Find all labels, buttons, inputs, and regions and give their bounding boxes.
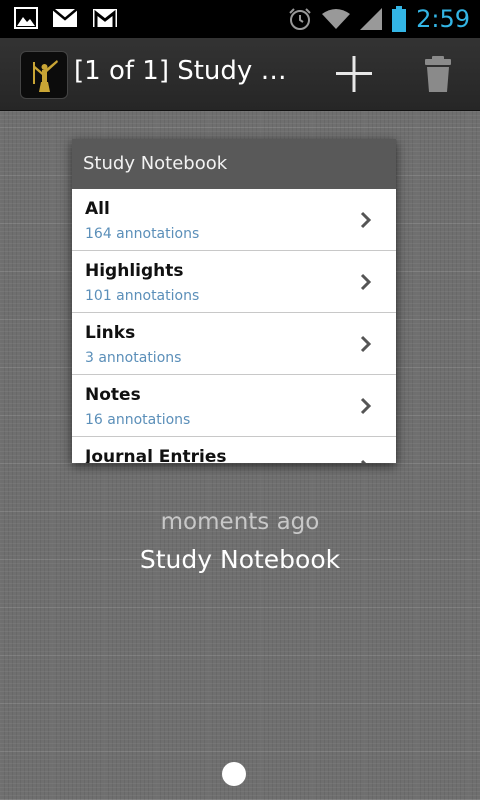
chevron-right-icon xyxy=(360,273,372,291)
chevron-right-icon xyxy=(360,335,372,353)
signal-icon xyxy=(360,8,383,30)
trash-icon xyxy=(425,56,451,92)
tab-switcher-area: Study Notebook All 164 annotations Highl… xyxy=(0,111,480,800)
status-bar: 2:59 xyxy=(0,0,480,38)
add-button[interactable] xyxy=(326,50,382,98)
list-item-title: Journal Entries xyxy=(85,447,227,463)
chevron-right-icon xyxy=(360,211,372,229)
gmail-envelope-icon xyxy=(52,8,78,28)
action-bar: [1 of 1] Study Notebook xyxy=(0,38,480,111)
list-item-count: 164 annotations xyxy=(85,226,200,242)
alarm-icon xyxy=(288,7,312,31)
list-item[interactable]: Journal Entries xyxy=(72,437,396,463)
list-item[interactable]: Notes 16 annotations xyxy=(72,375,396,437)
list-item-count: 3 annotations xyxy=(85,350,182,366)
card-header: Study Notebook xyxy=(72,139,396,189)
image-icon xyxy=(14,7,38,29)
delete-button[interactable] xyxy=(412,50,464,98)
list-item-count: 101 annotations xyxy=(85,288,200,304)
list-item-title: Links xyxy=(85,323,136,343)
wifi-icon xyxy=(322,8,351,30)
app-title: [1 of 1] Study Notebook xyxy=(74,56,306,86)
last-viewed-time: moments ago xyxy=(160,509,320,535)
study-notebook-thumbnail[interactable]: Study Notebook All 164 annotations Highl… xyxy=(72,139,396,463)
gmail-icon xyxy=(92,8,118,28)
clock: 2:59 xyxy=(416,5,470,33)
chevron-right-icon xyxy=(360,459,367,463)
chevron-right-icon xyxy=(360,397,372,415)
battery-icon xyxy=(392,6,407,32)
window-title: Study Notebook xyxy=(139,545,341,574)
add-icon xyxy=(336,56,372,92)
angel-moroni-icon[interactable] xyxy=(20,51,68,99)
list-item-title: All xyxy=(85,199,110,219)
list-item[interactable]: All 164 annotations xyxy=(72,189,396,251)
list-item-title: Highlights xyxy=(85,261,184,281)
list-item[interactable]: Links 3 annotations xyxy=(72,313,396,375)
list-item[interactable]: Highlights 101 annotations xyxy=(72,251,396,313)
list-item-title: Notes xyxy=(85,385,141,405)
list-item-count: 16 annotations xyxy=(85,412,191,428)
page-indicator-dot xyxy=(222,762,246,786)
